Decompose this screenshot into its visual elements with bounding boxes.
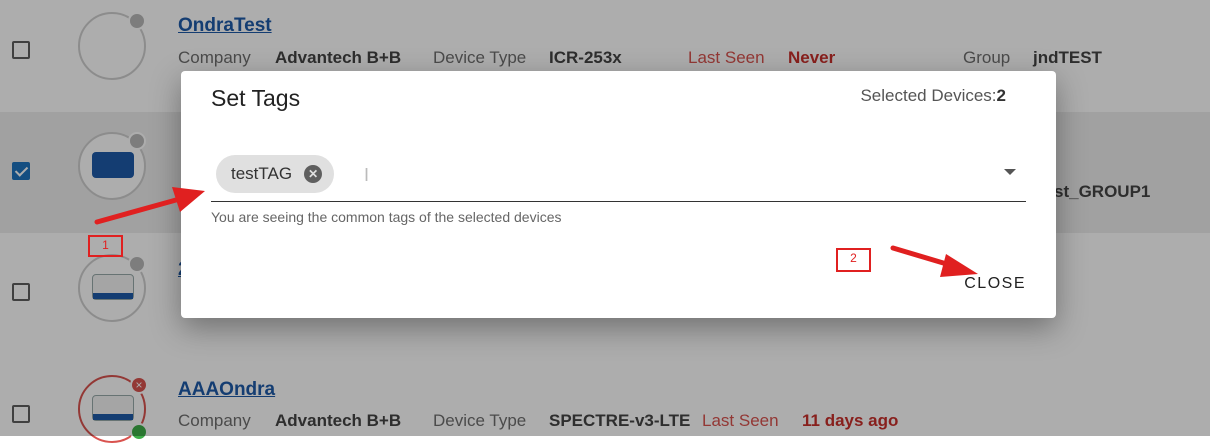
annotation-arrow-2 <box>890 245 978 277</box>
annotation-arrows <box>94 187 978 277</box>
annotation-arrow-1 <box>94 187 205 225</box>
